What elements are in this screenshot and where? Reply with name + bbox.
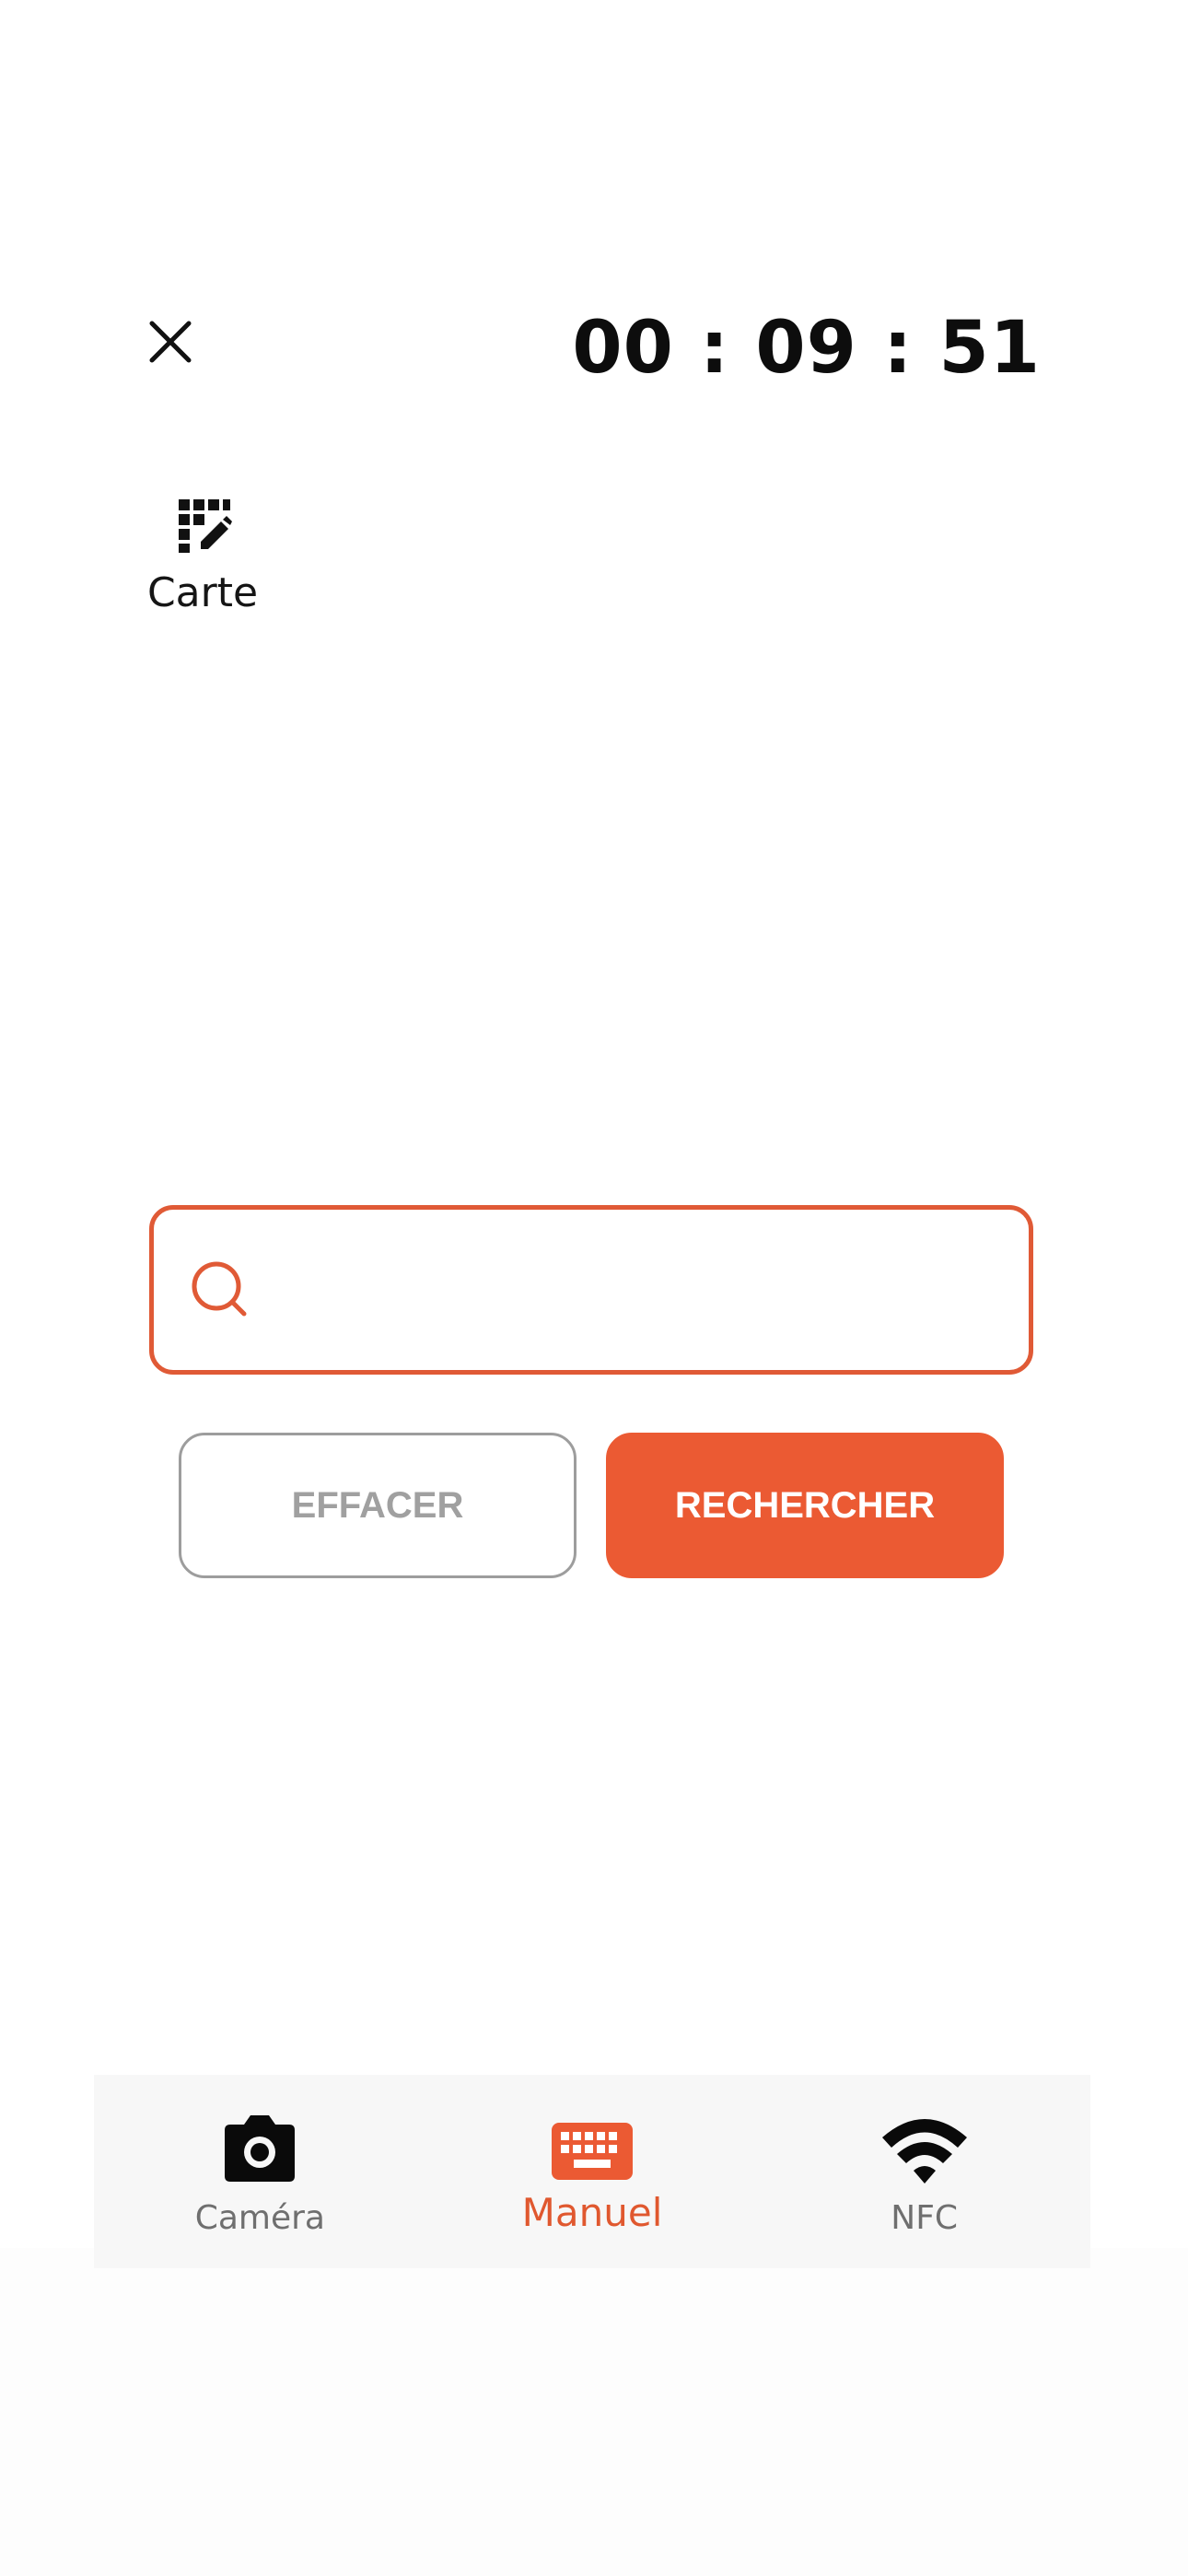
nav-label-nfc: NFC [891,2199,959,2237]
nav-label-manual: Manuel [521,2190,663,2235]
close-button[interactable] [138,310,203,374]
countdown-timer: 00 : 09 : 51 [572,307,1041,390]
close-icon [149,321,192,363]
mode-carte[interactable]: Carte [138,496,267,634]
wifi-icon [881,2119,967,2184]
mode-carte-label: Carte [146,569,259,616]
clear-button[interactable]: EFFACER [179,1433,577,1578]
manual-entry-screen: 00 : 09 : 51 Carte EFFACER RECHERCHER Ca… [0,0,1188,2576]
search-input[interactable] [255,1210,1029,1370]
search-field[interactable] [149,1205,1033,1375]
nav-item-camera[interactable]: Caméra [94,2075,426,2268]
nav-item-manual[interactable]: Manuel [426,2075,759,2268]
nav-item-nfc[interactable]: NFC [758,2075,1090,2268]
keyboard-icon [552,2123,633,2180]
nav-label-camera: Caméra [194,2199,325,2237]
keypad-edit-icon [179,499,232,553]
camera-icon [225,2115,296,2182]
bottom-area [0,2248,1188,2576]
search-button[interactable]: RECHERCHER [606,1433,1004,1578]
bottom-nav: Caméra Manuel NFC [94,2075,1090,2268]
search-icon [192,1261,247,1317]
